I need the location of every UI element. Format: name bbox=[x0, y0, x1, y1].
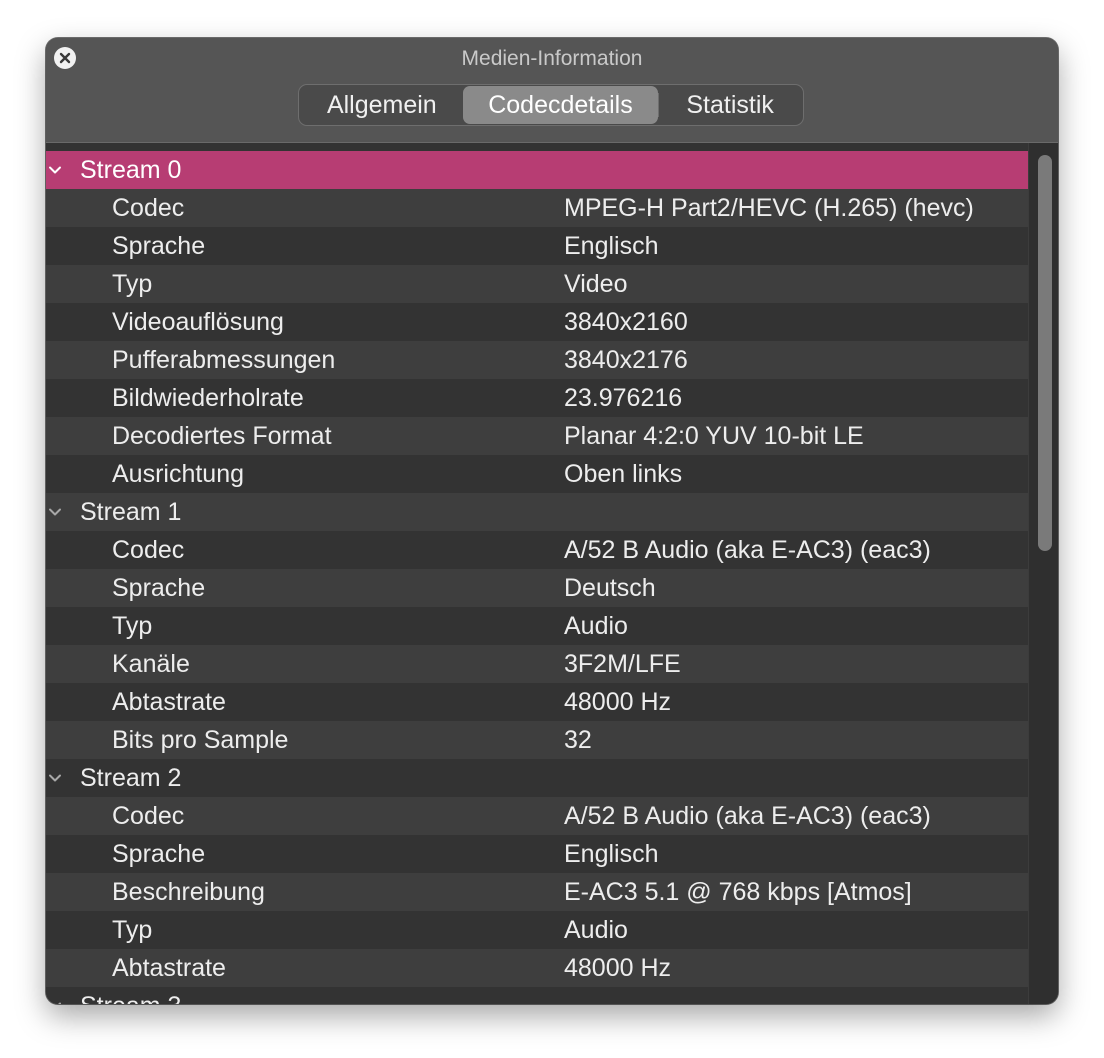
property-value: Audio bbox=[564, 916, 628, 944]
property-row[interactable]: Typ Audio bbox=[46, 607, 1028, 645]
tab-codecdetails[interactable]: Codecdetails bbox=[462, 86, 659, 124]
property-row[interactable]: Abtastrate 48000 Hz bbox=[46, 949, 1028, 987]
property-value: Deutsch bbox=[564, 574, 656, 602]
property-key: Typ bbox=[112, 270, 153, 298]
scrollbar-thumb[interactable] bbox=[1038, 155, 1052, 551]
stream-tree: Stream 0 Codec MPEG-H Part2/HEVC (H.265) (… bbox=[46, 151, 1028, 1004]
property-row[interactable]: Ausrichtung Oben links bbox=[46, 455, 1028, 493]
property-key: Typ bbox=[112, 916, 153, 944]
property-row[interactable]: Sprache Deutsch bbox=[46, 569, 1028, 607]
property-key: Abtastrate bbox=[112, 688, 226, 716]
property-value: 23.976216 bbox=[564, 384, 683, 412]
property-value: Englisch bbox=[564, 232, 659, 260]
property-row[interactable]: Bits pro Sample 32 bbox=[46, 721, 1028, 759]
property-key: Ausrichtung bbox=[112, 460, 245, 488]
chevron-down-icon[interactable] bbox=[48, 771, 62, 785]
scrollbar[interactable] bbox=[1028, 143, 1058, 1004]
property-value: E-AC3 5.1 @ 768 kbps [Atmos] bbox=[564, 878, 912, 906]
stream-header[interactable]: Stream 0 bbox=[46, 151, 1028, 189]
window-title: Medien-Information bbox=[461, 47, 643, 70]
property-row[interactable]: Kanäle 3F2M/LFE bbox=[46, 645, 1028, 683]
property-row[interactable]: Pufferabmessungen 3840x2176 bbox=[46, 341, 1028, 379]
property-key: Bits pro Sample bbox=[112, 726, 289, 754]
property-row[interactable]: Codec A/52 B Audio (aka E-AC3) (eac3) bbox=[46, 797, 1028, 835]
property-row[interactable]: Abtastrate 48000 Hz bbox=[46, 683, 1028, 721]
property-value: A/52 B Audio (aka E-AC3) (eac3) bbox=[564, 536, 931, 564]
property-value: 3840x2160 bbox=[564, 308, 688, 336]
tab-bar: Allgemein Codecdetails Statistik bbox=[298, 84, 804, 126]
property-key: Decodiertes Format bbox=[112, 422, 332, 450]
property-value: MPEG-H Part2/HEVC (H.265) (hevc) bbox=[564, 194, 974, 222]
property-value: 3840x2176 bbox=[564, 346, 688, 374]
property-value: Englisch bbox=[564, 840, 659, 868]
title-bar: Medien-Information Allgemein Codecdetail… bbox=[46, 38, 1058, 143]
property-key: Sprache bbox=[112, 232, 206, 260]
stream-header[interactable]: Stream 2 bbox=[46, 759, 1028, 797]
property-key: Abtastrate bbox=[112, 954, 226, 982]
stream-header[interactable]: Stream 3 bbox=[46, 987, 1028, 1004]
property-key: Sprache bbox=[112, 574, 206, 602]
property-row[interactable]: Bildwiederholrate 23.976216 bbox=[46, 379, 1028, 417]
property-row[interactable]: Sprache Englisch bbox=[46, 835, 1028, 873]
stream-label: Stream 3 bbox=[80, 987, 181, 1004]
property-key: Bildwiederholrate bbox=[112, 384, 304, 412]
stream-label: Stream 2 bbox=[80, 764, 182, 792]
property-value: 32 bbox=[564, 726, 592, 754]
media-info-window: Medien-Information Allgemein Codecdetail… bbox=[46, 38, 1058, 1004]
chevron-down-icon[interactable] bbox=[48, 999, 62, 1004]
stream-header[interactable]: Stream 1 bbox=[46, 493, 1028, 531]
chevron-down-icon[interactable] bbox=[48, 505, 62, 519]
codec-details-list: Stream 0 Codec MPEG-H Part2/HEVC (H.265) (… bbox=[46, 143, 1058, 1004]
property-row[interactable]: Typ Audio bbox=[46, 911, 1028, 949]
property-value: A/52 B Audio (aka E-AC3) (eac3) bbox=[564, 802, 931, 830]
property-row[interactable]: Decodiertes Format Planar 4:2:0 YUV 10-bi… bbox=[46, 417, 1028, 455]
tab-allgemein[interactable]: Allgemein bbox=[301, 86, 463, 124]
property-value: 48000 Hz bbox=[564, 954, 672, 982]
property-row[interactable]: Typ Video bbox=[46, 265, 1028, 303]
property-row[interactable]: Sprache Englisch bbox=[46, 227, 1028, 265]
stream-label: Stream 1 bbox=[80, 498, 182, 526]
property-key: Codec bbox=[112, 802, 185, 830]
property-row[interactable]: Videoauflösung 3840x2160 bbox=[46, 303, 1028, 341]
property-key: Pufferabmessungen bbox=[112, 346, 336, 374]
property-value: 3F2M/LFE bbox=[564, 650, 681, 678]
property-key: Kanäle bbox=[112, 650, 190, 678]
property-row[interactable]: Codec A/52 B Audio (aka E-AC3) (eac3) bbox=[46, 531, 1028, 569]
tab-statistik[interactable]: Statistik bbox=[659, 86, 801, 124]
property-row[interactable]: Codec MPEG-H Part2/HEVC (H.265) (hevc) bbox=[46, 189, 1028, 227]
property-key: Videoauflösung bbox=[112, 308, 284, 336]
stream-label: Stream 0 bbox=[80, 156, 182, 184]
property-row[interactable]: Beschreibung E-AC3 5.1 @ 768 kbps [Atmos] bbox=[46, 873, 1028, 911]
chevron-down-icon[interactable] bbox=[48, 163, 62, 177]
property-value: Video bbox=[564, 270, 628, 298]
property-value: 48000 Hz bbox=[564, 688, 672, 716]
property-key: Codec bbox=[112, 194, 185, 222]
property-key: Beschreibung bbox=[112, 878, 265, 906]
property-key: Codec bbox=[112, 536, 185, 564]
property-value: Oben links bbox=[564, 460, 683, 488]
property-value: Audio bbox=[564, 612, 628, 640]
property-value: Planar 4:2:0 YUV 10-bit LE bbox=[564, 422, 864, 450]
property-key: Typ bbox=[112, 612, 153, 640]
property-key: Sprache bbox=[112, 840, 206, 868]
